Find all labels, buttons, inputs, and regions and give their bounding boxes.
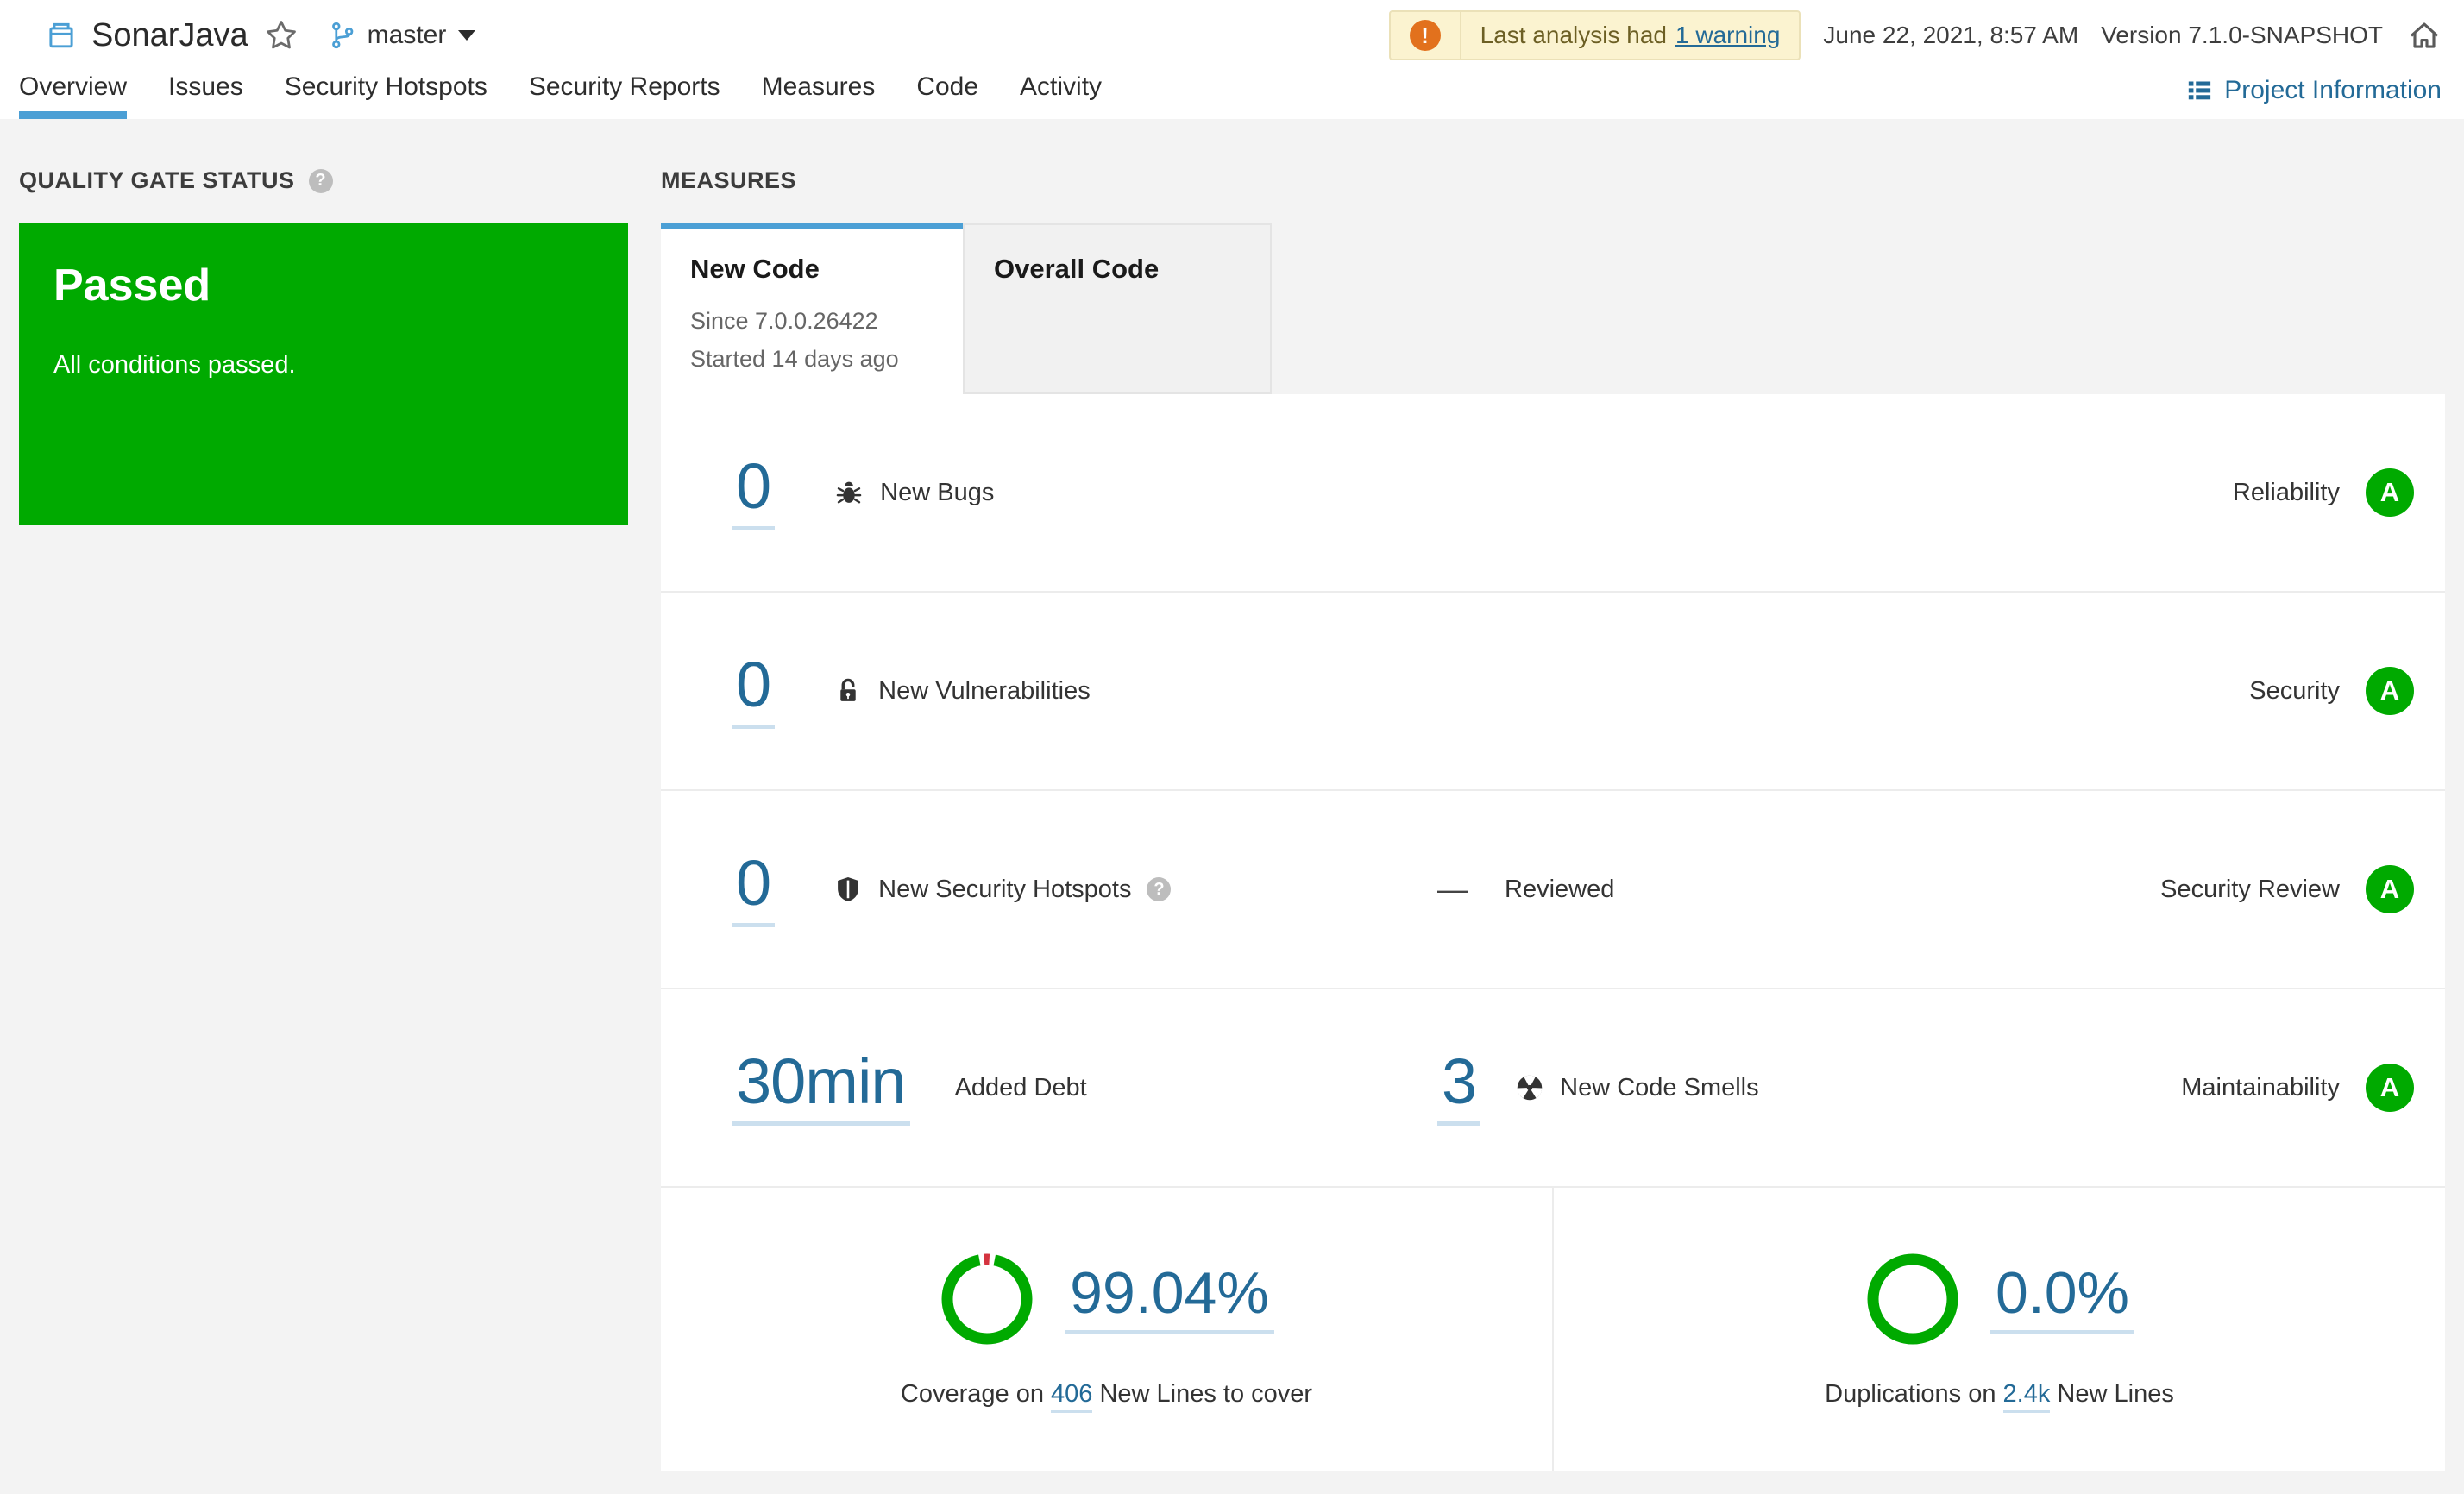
lock-icon	[833, 676, 863, 706]
branch-selector[interactable]: master	[368, 21, 447, 50]
chevron-down-icon[interactable]	[458, 30, 476, 41]
coverage-percent-link[interactable]: 99.04%	[1065, 1264, 1274, 1334]
added-debt-link[interactable]: 30min	[732, 1050, 910, 1126]
reliability-rating-badge[interactable]: A	[2366, 468, 2414, 517]
version-label: Version 7.1.0-SNAPSHOT	[2101, 22, 2383, 48]
project-icon	[45, 19, 78, 52]
coverage-caption-prefix: Coverage on	[900, 1379, 1044, 1408]
code-smell-icon	[1515, 1073, 1544, 1102]
new-code-since: Since 7.0.0.26422	[690, 308, 878, 334]
page-title: SonarJava	[91, 16, 248, 53]
security-review-label: Security Review	[2160, 875, 2340, 903]
measure-row-maintainability: 30min Added Debt 3 New Code Smells Maint…	[661, 989, 2445, 1188]
duplications-percent-link[interactable]: 0.0%	[1990, 1264, 2134, 1334]
maintainability-label: Maintainability	[2181, 1073, 2340, 1102]
bug-icon	[833, 477, 864, 508]
security-label: Security	[2249, 676, 2340, 705]
new-code-started: Started 14 days ago	[690, 346, 899, 372]
help-icon[interactable]: ?	[308, 168, 333, 193]
tab-new-code[interactable]: New Code Since 7.0.0.26422 Started 14 da…	[661, 223, 963, 394]
new-code-smells-count-link[interactable]: 3	[1437, 1050, 1481, 1126]
quality-gate-heading: QUALITY GATE STATUS	[19, 167, 295, 193]
coverage-metric: 99.04% Coverage on 406 New Lines to cove…	[661, 1188, 1554, 1471]
warning-icon: !	[1409, 20, 1441, 51]
measure-row-bugs: 0 New Bugs Reliability A	[661, 394, 2445, 593]
new-bugs-label: New Bugs	[880, 478, 995, 506]
tab-activity[interactable]: Activity	[1020, 72, 1102, 119]
tab-issues[interactable]: Issues	[168, 72, 243, 119]
coverage-lines-link[interactable]: 406	[1051, 1379, 1093, 1413]
tab-security-reports[interactable]: Security Reports	[529, 72, 720, 119]
measures-heading: MEASURES	[661, 167, 797, 193]
new-vulnerabilities-count-link[interactable]: 0	[732, 653, 776, 729]
list-icon	[2186, 78, 2212, 104]
project-information-button[interactable]: Project Information	[2186, 76, 2442, 119]
added-debt-label: Added Debt	[954, 1073, 1087, 1102]
coverage-caption-suffix: New Lines to cover	[1099, 1379, 1313, 1408]
measures-body: 0 New Bugs Reliability A 0 New Vulnerabi…	[661, 394, 2445, 1471]
measure-row-vulnerabilities: 0 New Vulnerabilities Security A	[661, 593, 2445, 791]
duplications-caption-prefix: Duplications on	[1825, 1379, 1996, 1408]
quality-gate-status: Passed	[53, 261, 211, 311]
duplications-caption-suffix: New Lines	[2057, 1379, 2174, 1408]
coverage-ring-icon	[939, 1251, 1035, 1347]
branch-icon	[328, 21, 357, 50]
tab-security-hotspots[interactable]: Security Hotspots	[285, 72, 487, 119]
new-security-hotspots-label: New Security Hotspots	[878, 875, 1132, 903]
analysis-date: June 22, 2021, 8:57 AM	[1823, 22, 2079, 48]
maintainability-rating-badge[interactable]: A	[2366, 1064, 2414, 1112]
coverage-caption: Coverage on 406 New Lines to cover	[900, 1379, 1313, 1413]
coverage-duplications-section: 99.04% Coverage on 406 New Lines to cove…	[661, 1188, 2445, 1471]
page-content: QUALITY GATE STATUS ? MEASURES Passed Al…	[0, 167, 2464, 1471]
reviewed-value: —	[1437, 871, 1468, 907]
reliability-label: Reliability	[2232, 478, 2340, 506]
project-nav: Overview Issues Security Hotspots Securi…	[0, 66, 2464, 119]
tab-code[interactable]: Code	[916, 72, 978, 119]
quality-gate-description: All conditions passed.	[53, 351, 296, 379]
overall-code-tab-label: Overall Code	[994, 254, 1160, 284]
duplications-caption: Duplications on 2.4k New Lines	[1825, 1379, 2174, 1413]
tab-measures[interactable]: Measures	[762, 72, 876, 119]
measures-panel: New Code Since 7.0.0.26422 Started 14 da…	[661, 223, 2445, 1471]
shield-icon	[833, 875, 863, 904]
tab-overview[interactable]: Overview	[19, 72, 128, 119]
reviewed-label: Reviewed	[1505, 875, 1615, 903]
new-security-hotspots-count-link[interactable]: 0	[732, 851, 776, 927]
duplications-ring-icon	[1864, 1251, 1961, 1347]
home-icon[interactable]	[2407, 18, 2442, 53]
new-bugs-count-link[interactable]: 0	[732, 455, 776, 530]
header-top-row: SonarJava master ! Last analysis had 1 w…	[0, 0, 2464, 66]
duplications-metric: 0.0% Duplications on 2.4k New Lines	[1554, 1188, 2445, 1471]
project-information-label: Project Information	[2224, 76, 2442, 104]
security-review-rating-badge[interactable]: A	[2366, 865, 2414, 913]
quality-gate-panel: Passed All conditions passed.	[19, 223, 628, 1471]
warning-text: Last analysis had	[1480, 22, 1667, 48]
duplications-lines-link[interactable]: 2.4k	[2002, 1379, 2051, 1413]
help-icon[interactable]: ?	[1147, 877, 1172, 901]
measure-row-hotspots: 0 New Security Hotspots ? — Reviewed Sec…	[661, 791, 2445, 989]
new-code-tab-label: New Code	[690, 254, 820, 284]
security-rating-badge[interactable]: A	[2366, 667, 2414, 715]
quality-gate-status-box: Passed All conditions passed.	[19, 223, 628, 525]
warning-icon-cell: !	[1391, 12, 1461, 59]
warning-count-link[interactable]: 1 warning	[1675, 22, 1780, 49]
page-header: SonarJava master ! Last analysis had 1 w…	[0, 0, 2464, 119]
tab-overall-code[interactable]: Overall Code	[963, 223, 1272, 394]
new-code-smells-label: New Code Smells	[1560, 1073, 1759, 1102]
favorite-star-icon[interactable]	[264, 18, 299, 53]
analysis-warning-banner: ! Last analysis had 1 warning	[1388, 10, 1801, 60]
new-vulnerabilities-label: New Vulnerabilities	[878, 676, 1091, 705]
